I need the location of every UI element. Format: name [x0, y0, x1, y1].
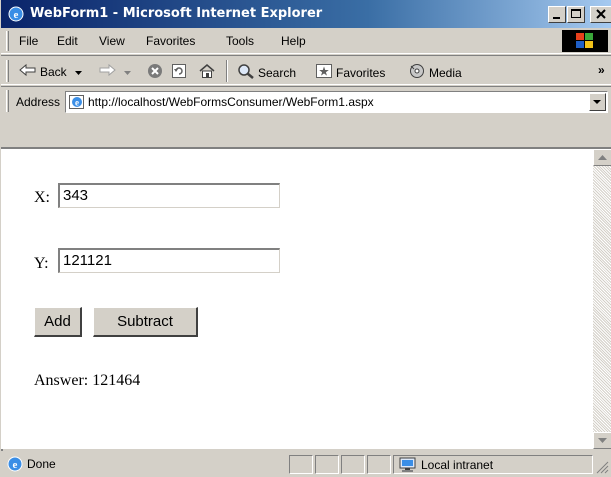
- ie-logo-icon: e: [8, 6, 24, 22]
- menu-favorites[interactable]: Favorites: [146, 34, 195, 48]
- favorites-star-icon: [315, 63, 333, 82]
- title-bar[interactable]: e WebForm1 - Microsoft Internet Explorer: [1, 0, 611, 28]
- home-icon: [198, 63, 216, 82]
- search-icon: [237, 63, 255, 82]
- status-panel: [367, 455, 391, 474]
- menu-file[interactable]: File: [19, 34, 38, 48]
- maximize-button[interactable]: [567, 6, 585, 23]
- search-label: Search: [258, 65, 297, 80]
- svg-text:e: e: [14, 9, 19, 21]
- search-button[interactable]: Search: [237, 63, 296, 82]
- status-panel: [341, 455, 365, 474]
- address-input[interactable]: e http://localhost/WebFormsConsumer/WebF…: [65, 91, 608, 113]
- zone-panel: Local intranet: [393, 455, 593, 474]
- address-dropdown-button[interactable]: [589, 93, 606, 111]
- status-panel: [315, 455, 339, 474]
- back-arrow-icon: [19, 63, 37, 80]
- menu-edit[interactable]: Edit: [57, 34, 78, 48]
- address-url: http://localhost/WebFormsConsumer/WebFor…: [88, 95, 374, 109]
- back-button[interactable]: Back: [19, 63, 83, 80]
- windows-logo-throbber: [562, 30, 608, 52]
- back-label: Back: [40, 64, 67, 79]
- zone-text: Local intranet: [421, 458, 494, 472]
- address-label: Address: [16, 95, 61, 109]
- toolbar-grip[interactable]: [6, 60, 9, 82]
- resize-grip-icon[interactable]: [595, 460, 609, 477]
- menu-grip[interactable]: [6, 31, 9, 51]
- stop-icon: [147, 63, 163, 82]
- scroll-up-button[interactable]: [593, 149, 611, 166]
- scroll-up-arrow-icon: [598, 155, 607, 160]
- chevron-down-icon: [593, 100, 601, 104]
- back-dropdown-icon: [74, 65, 83, 79]
- x-label: X:: [34, 189, 50, 206]
- status-panel: [289, 455, 313, 474]
- scroll-down-button[interactable]: [593, 432, 611, 449]
- status-text: Done: [27, 457, 56, 471]
- svg-text:e: e: [75, 98, 79, 108]
- media-button[interactable]: Media: [408, 63, 462, 82]
- y-label: Y:: [34, 255, 49, 272]
- media-icon: [408, 63, 426, 82]
- page-favicon-icon: e: [69, 94, 85, 113]
- forward-arrow-icon: [98, 63, 116, 80]
- subtract-button[interactable]: Subtract: [93, 307, 198, 337]
- stop-button[interactable]: [147, 63, 163, 82]
- minimize-button[interactable]: [548, 6, 566, 23]
- intranet-zone-icon: [399, 456, 417, 476]
- page-done-icon: e: [7, 456, 23, 475]
- x-input[interactable]: 343: [58, 183, 280, 208]
- refresh-button[interactable]: [171, 63, 187, 82]
- window-title: WebForm1 - Microsoft Internet Explorer: [30, 6, 323, 21]
- y-input[interactable]: 121121: [58, 248, 280, 273]
- status-bar: e Done Local intranet: [1, 452, 611, 477]
- address-grip[interactable]: [6, 90, 9, 112]
- menu-view[interactable]: View: [99, 34, 125, 48]
- forward-button[interactable]: [98, 63, 132, 80]
- menu-tools[interactable]: Tools: [226, 34, 254, 48]
- menu-bar: File Edit View Favorites Tools Help: [1, 28, 611, 54]
- favorites-label: Favorites: [336, 65, 386, 80]
- forward-dropdown-icon: [124, 65, 132, 79]
- browser-window: e WebForm1 - Microsoft Internet Explorer…: [0, 0, 611, 477]
- close-button[interactable]: [590, 6, 611, 23]
- address-bar: Address e http://localhost/WebFormsConsu…: [1, 86, 611, 116]
- menu-help[interactable]: Help: [281, 34, 306, 48]
- toolbar-separator: [226, 60, 228, 82]
- refresh-icon: [171, 63, 187, 82]
- answer-text: Answer: 121464: [34, 372, 141, 389]
- media-label: Media: [429, 65, 462, 80]
- favorites-button[interactable]: Favorites: [315, 63, 385, 82]
- standard-toolbar: Back Search Favorites Media »: [1, 55, 611, 85]
- home-button[interactable]: [198, 63, 216, 82]
- svg-text:e: e: [13, 459, 18, 471]
- scroll-down-arrow-icon: [598, 438, 607, 443]
- vertical-scrollbar[interactable]: [593, 149, 611, 449]
- toolbar-chevron-icon[interactable]: »: [598, 63, 605, 77]
- add-button[interactable]: Add: [34, 307, 82, 337]
